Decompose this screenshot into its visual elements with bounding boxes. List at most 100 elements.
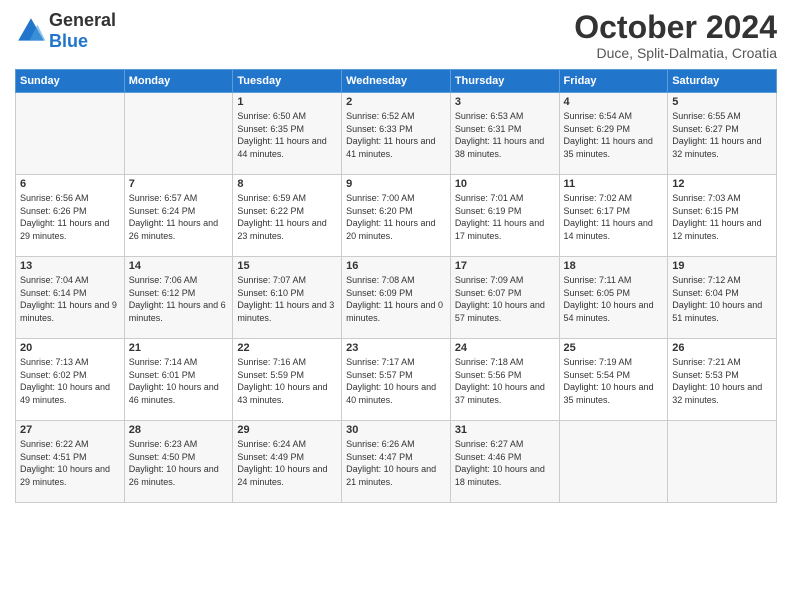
daylight: Daylight: 10 hours and 43 minutes.: [237, 382, 327, 405]
sunset: Sunset: 6:29 PM: [564, 124, 631, 134]
day-number: 6: [20, 178, 120, 190]
day-header-wednesday: Wednesday: [342, 70, 451, 93]
calendar-cell: 22Sunrise: 7:16 AMSunset: 5:59 PMDayligh…: [233, 339, 342, 421]
sunset: Sunset: 4:51 PM: [20, 452, 87, 462]
daylight: Daylight: 10 hours and 51 minutes.: [672, 300, 762, 323]
day-number: 14: [129, 260, 229, 272]
location: Duce, Split-Dalmatia, Croatia: [574, 45, 777, 61]
day-number: 28: [129, 424, 229, 436]
calendar-cell: [124, 93, 233, 175]
sunset: Sunset: 6:02 PM: [20, 370, 87, 380]
sunrise: Sunrise: 6:23 AM: [129, 439, 198, 449]
daylight: Daylight: 10 hours and 54 minutes.: [564, 300, 654, 323]
sunrise: Sunrise: 7:18 AM: [455, 357, 524, 367]
day-info: Sunrise: 6:50 AMSunset: 6:35 PMDaylight:…: [237, 110, 337, 160]
sunrise: Sunrise: 6:54 AM: [564, 111, 633, 121]
calendar-cell: 14 Sunrise: 7:06 AMSunset: 6:12 PMDayligh…: [124, 257, 233, 339]
sunrise: Sunrise: 7:01 AM: [455, 193, 524, 203]
sunset: Sunset: 5:53 PM: [672, 370, 739, 380]
daylight: Daylight: 11 hours and 35 minutes.: [564, 136, 653, 159]
day-info: Sunrise: 7:03 AMSunset: 6:15 PMDaylight:…: [672, 192, 772, 242]
sunset: Sunset: 4:46 PM: [455, 452, 522, 462]
day-number: 2: [346, 96, 446, 108]
day-header-sunday: Sunday: [16, 70, 125, 93]
day-info: Sunrise: 6:26 AMSunset: 4:47 PMDaylight:…: [346, 438, 446, 488]
daylight: Daylight: 10 hours and 46 minutes.: [129, 382, 219, 405]
calendar-cell: 1 Sunrise: 6:50 AMSunset: 6:35 PMDaylight…: [233, 93, 342, 175]
sunset: Sunset: 6:15 PM: [672, 206, 739, 216]
daylight: Daylight: 11 hours and 20 minutes.: [346, 218, 435, 241]
day-info: Sunrise: 6:24 AMSunset: 4:49 PMDaylight:…: [237, 438, 337, 488]
calendar-cell: 6 Sunrise: 6:56 AMSunset: 6:26 PMDaylight…: [16, 175, 125, 257]
calendar-cell: 16Sunrise: 7:08 AMSunset: 6:09 PMDayligh…: [342, 257, 451, 339]
day-header-thursday: Thursday: [450, 70, 559, 93]
week-row-1: 1 Sunrise: 6:50 AMSunset: 6:35 PMDaylight…: [16, 93, 777, 175]
sunrise: Sunrise: 7:17 AM: [346, 357, 415, 367]
day-info: Sunrise: 6:55 AMSunset: 6:27 PMDaylight:…: [672, 110, 772, 160]
day-number: 26: [672, 342, 772, 354]
sunrise: Sunrise: 7:14 AM: [129, 357, 198, 367]
sunrise: Sunrise: 6:26 AM: [346, 439, 415, 449]
daylight: Daylight: 11 hours and 41 minutes.: [346, 136, 435, 159]
calendar-cell: 29Sunrise: 6:24 AMSunset: 4:49 PMDayligh…: [233, 421, 342, 503]
calendar-cell: 26 Sunrise: 7:21 AMSunset: 5:53 PMDayligh…: [668, 339, 777, 421]
logo-blue: Blue: [49, 31, 88, 51]
sunset: Sunset: 6:27 PM: [672, 124, 739, 134]
day-number: 13: [20, 260, 120, 272]
day-number: 18: [564, 260, 664, 272]
calendar-cell: 12Sunrise: 7:03 AMSunset: 6:15 PMDayligh…: [668, 175, 777, 257]
day-info: Sunrise: 6:57 AMSunset: 6:24 PMDaylight:…: [129, 192, 229, 242]
day-number: 7: [129, 178, 229, 190]
main-container: General Blue October 2024 Duce, Split-Da…: [0, 0, 792, 508]
day-info: Sunrise: 7:00 AMSunset: 6:20 PMDaylight:…: [346, 192, 446, 242]
logo: General Blue: [15, 10, 116, 52]
day-info: Sunrise: 7:08 AMSunset: 6:09 PMDaylight:…: [346, 274, 446, 324]
day-number: 10: [455, 178, 555, 190]
day-info: Sunrise: 7:04 AMSunset: 6:14 PMDaylight:…: [20, 274, 120, 324]
sunrise: Sunrise: 6:52 AM: [346, 111, 415, 121]
sunset: Sunset: 6:31 PM: [455, 124, 522, 134]
day-header-tuesday: Tuesday: [233, 70, 342, 93]
sunset: Sunset: 5:54 PM: [564, 370, 631, 380]
week-row-4: 20Sunrise: 7:13 AMSunset: 6:02 PMDayligh…: [16, 339, 777, 421]
sunset: Sunset: 5:56 PM: [455, 370, 522, 380]
day-info: Sunrise: 6:56 AMSunset: 6:26 PMDaylight:…: [20, 192, 120, 242]
day-number: 11: [564, 178, 664, 190]
day-info: Sunrise: 7:16 AMSunset: 5:59 PMDaylight:…: [237, 356, 337, 406]
sunrise: Sunrise: 7:06 AM: [129, 275, 198, 285]
sunset: Sunset: 6:33 PM: [346, 124, 413, 134]
week-row-5: 27Sunrise: 6:22 AMSunset: 4:51 PMDayligh…: [16, 421, 777, 503]
day-info: Sunrise: 7:07 AMSunset: 6:10 PMDaylight:…: [237, 274, 337, 324]
header-row: SundayMondayTuesdayWednesdayThursdayFrid…: [16, 70, 777, 93]
calendar-cell: 24Sunrise: 7:18 AMSunset: 5:56 PMDayligh…: [450, 339, 559, 421]
calendar-cell: 28Sunrise: 6:23 AMSunset: 4:50 PMDayligh…: [124, 421, 233, 503]
week-row-2: 6 Sunrise: 6:56 AMSunset: 6:26 PMDaylight…: [16, 175, 777, 257]
day-number: 23: [346, 342, 446, 354]
day-info: Sunrise: 7:06 AMSunset: 6:12 PMDaylight:…: [129, 274, 229, 324]
day-info: Sunrise: 7:14 AMSunset: 6:01 PMDaylight:…: [129, 356, 229, 406]
calendar-cell: 10Sunrise: 7:01 AMSunset: 6:19 PMDayligh…: [450, 175, 559, 257]
daylight: Daylight: 11 hours and 17 minutes.: [455, 218, 544, 241]
sunset: Sunset: 5:57 PM: [346, 370, 413, 380]
sunrise: Sunrise: 7:08 AM: [346, 275, 415, 285]
daylight: Daylight: 11 hours and 23 minutes.: [237, 218, 326, 241]
calendar-cell: 21Sunrise: 7:14 AMSunset: 6:01 PMDayligh…: [124, 339, 233, 421]
calendar-cell: 3Sunrise: 6:53 AMSunset: 6:31 PMDaylight…: [450, 93, 559, 175]
day-number: 1: [237, 96, 337, 108]
sunrise: Sunrise: 7:13 AM: [20, 357, 89, 367]
calendar-cell: 9Sunrise: 7:00 AMSunset: 6:20 PMDaylight…: [342, 175, 451, 257]
calendar-table: SundayMondayTuesdayWednesdayThursdayFrid…: [15, 69, 777, 503]
day-number: 3: [455, 96, 555, 108]
sunrise: Sunrise: 7:19 AM: [564, 357, 633, 367]
sunrise: Sunrise: 7:07 AM: [237, 275, 306, 285]
daylight: Daylight: 10 hours and 49 minutes.: [20, 382, 110, 405]
day-info: Sunrise: 7:09 AMSunset: 6:07 PMDaylight:…: [455, 274, 555, 324]
day-info: Sunrise: 7:02 AMSunset: 6:17 PMDaylight:…: [564, 192, 664, 242]
day-number: 25: [564, 342, 664, 354]
sunrise: Sunrise: 7:04 AM: [20, 275, 89, 285]
calendar-cell: 23Sunrise: 7:17 AMSunset: 5:57 PMDayligh…: [342, 339, 451, 421]
logo-text: General Blue: [49, 10, 116, 52]
day-info: Sunrise: 7:21 AMSunset: 5:53 PMDaylight:…: [672, 356, 772, 406]
sunrise: Sunrise: 6:50 AM: [237, 111, 306, 121]
sunrise: Sunrise: 7:02 AM: [564, 193, 633, 203]
